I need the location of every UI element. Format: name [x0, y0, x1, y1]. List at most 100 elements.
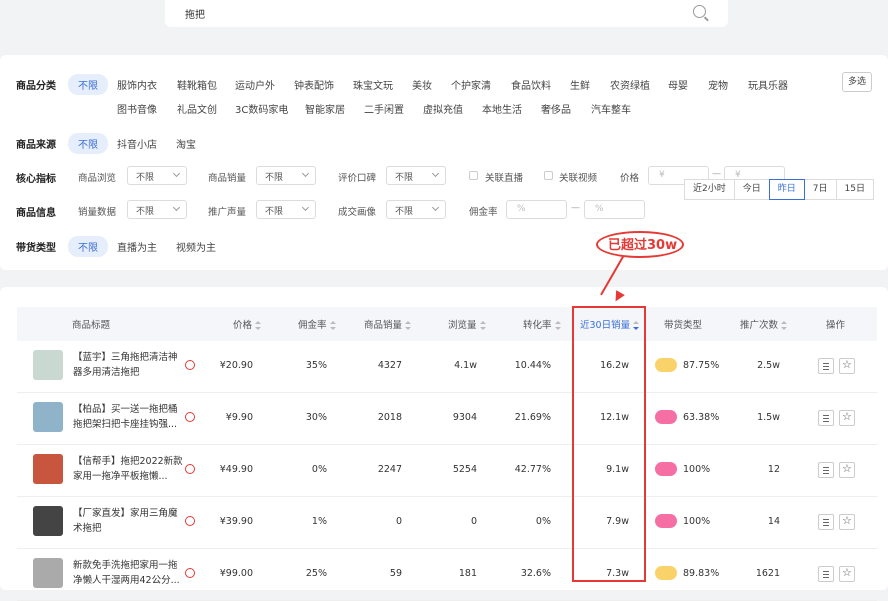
search-input[interactable]: 拖把 [185, 6, 205, 21]
category-option[interactable]: 食品饮料 [511, 77, 551, 92]
detail-list-icon[interactable] [818, 566, 834, 582]
product-title[interactable]: 【柏品】买一送一拖把桶拖把架扫把卡座挂钩强... [73, 402, 183, 432]
category-option[interactable]: 珠宝文玩 [353, 77, 393, 92]
promo-select[interactable]: 不限 [256, 200, 316, 219]
sales-data-select[interactable]: 不限 [127, 200, 187, 219]
sort-icon[interactable] [554, 321, 561, 330]
cell-sales: 0 [395, 516, 402, 527]
table-row[interactable]: 新款免手洗拖把家用一拖净懒人干湿两用42公分... ¥99.00 25% 59 181 3… [17, 549, 877, 601]
product-title[interactable]: 新款免手洗拖把家用一拖净懒人干湿两用42公分... [73, 558, 183, 588]
time-tab[interactable]: 昨日 [768, 179, 805, 200]
product-title[interactable]: 【信帮手】拖把2022新款家用一拖净平板拖懒... [73, 454, 183, 484]
column-header[interactable]: 佣金率 [298, 317, 336, 331]
selling-type-option[interactable]: 不限 [68, 236, 108, 257]
favorite-star-icon[interactable] [839, 410, 855, 426]
table-row[interactable]: 【厂家直发】家用三角魔术拖把 ¥39.90 1% 0 0 0% 7.9w 14 100% [17, 497, 877, 549]
product-title[interactable]: 【厂家直发】家用三角魔术拖把 [73, 506, 183, 536]
selling-type-icon [655, 462, 677, 476]
table-row[interactable]: 【柏品】买一送一拖把桶拖把架扫把卡座挂钩强... ¥9.90 30% 2018 9304… [17, 393, 877, 445]
detail-list-icon[interactable] [818, 462, 834, 478]
source-option[interactable]: 不限 [68, 133, 108, 154]
product-thumbnail[interactable] [33, 506, 63, 536]
category-option[interactable]: 服饰内衣 [117, 77, 157, 92]
cell-conv: 0% [535, 516, 551, 527]
sort-icon[interactable] [405, 321, 412, 330]
category-option[interactable]: 鞋靴箱包 [177, 77, 217, 92]
category-option[interactable]: 玩具乐器 [748, 77, 788, 92]
category-option[interactable]: 图书音像 [117, 101, 157, 116]
detail-list-icon[interactable] [818, 514, 834, 530]
category-option[interactable]: 汽车整车 [591, 101, 631, 116]
favorite-star-icon[interactable] [839, 514, 855, 530]
time-tab[interactable]: 今日 [733, 179, 770, 200]
category-option[interactable]: 3C数码家电 [235, 101, 288, 116]
selling-type-icon [655, 358, 677, 372]
column-header[interactable]: 推广次数 [740, 317, 788, 331]
time-tab[interactable]: 15日 [835, 179, 874, 200]
category-option[interactable]: 奢侈品 [541, 101, 571, 116]
sort-icon[interactable] [329, 321, 336, 330]
selling-type-option[interactable]: 直播为主 [117, 239, 157, 254]
column-header[interactable]: 价格 [233, 317, 262, 331]
sales-select[interactable]: 不限 [256, 166, 316, 185]
commission-min-input[interactable]: % [506, 200, 567, 219]
deal-image-select[interactable]: 不限 [386, 200, 446, 219]
filter-panel: 商品分类 多选 商品来源 核心指标 商品浏览 不限 商品销量 不限 评价口碑 不… [0, 55, 888, 270]
category-option[interactable]: 美妆 [412, 77, 432, 92]
cell-promo: 14 [767, 516, 780, 527]
browse-select[interactable]: 不限 [127, 166, 187, 185]
favorite-star-icon[interactable] [839, 566, 855, 582]
favorite-star-icon[interactable] [839, 358, 855, 374]
product-thumbnail[interactable] [33, 558, 63, 588]
cell-price: ¥99.00 [219, 568, 253, 579]
commission-max-input[interactable]: % [584, 200, 645, 219]
time-tab[interactable]: 7日 [803, 179, 837, 200]
search-icon[interactable] [693, 5, 706, 18]
cell-promo: 1.5w [757, 412, 780, 423]
multi-select-button[interactable]: 多选 [842, 72, 872, 92]
category-option[interactable]: 礼品文创 [177, 101, 217, 116]
cell-commission: 25% [305, 568, 327, 579]
category-option[interactable]: 个护家清 [451, 77, 491, 92]
category-option[interactable]: 钟表配饰 [294, 77, 334, 92]
category-option[interactable]: 母婴 [668, 77, 688, 92]
sort-icon[interactable] [255, 321, 262, 330]
product-thumbnail[interactable] [33, 350, 63, 380]
category-option[interactable]: 智能家居 [305, 101, 345, 116]
category-option[interactable]: 生鲜 [570, 77, 590, 92]
column-header[interactable]: 浏览量 [448, 317, 486, 331]
product-info-label: 商品信息 [16, 208, 56, 219]
cell-price: ¥39.90 [219, 516, 253, 527]
video-checkbox[interactable] [544, 171, 553, 180]
column-header[interactable]: 商品销量 [364, 317, 412, 331]
source-option[interactable]: 抖音小店 [117, 136, 157, 151]
detail-list-icon[interactable] [818, 410, 834, 426]
table-row[interactable]: 【蓝宇】三角拖把清洁神器多用清洁拖把 ¥20.90 35% 4327 4.1w 10.44… [17, 341, 877, 393]
product-thumbnail[interactable] [33, 454, 63, 484]
category-option[interactable]: 二手闲置 [364, 101, 404, 116]
selling-type-option[interactable]: 视频为主 [176, 239, 216, 254]
shop-tag-icon [185, 464, 195, 474]
sort-icon[interactable] [479, 321, 486, 330]
category-option[interactable]: 虚拟充值 [423, 101, 463, 116]
time-tab[interactable]: 近2小时 [684, 179, 735, 200]
favorite-star-icon[interactable] [839, 462, 855, 478]
table-row[interactable]: 【信帮手】拖把2022新款家用一拖净平板拖懒... ¥49.90 0% 2247 525… [17, 445, 877, 497]
product-thumbnail[interactable] [33, 402, 63, 432]
category-option[interactable]: 本地生活 [482, 101, 522, 116]
column-header[interactable]: 转化率 [523, 317, 561, 331]
category-option[interactable]: 运动户外 [235, 77, 275, 92]
category-option[interactable]: 不限 [68, 74, 108, 95]
source-option[interactable]: 淘宝 [176, 136, 196, 151]
product-title[interactable]: 【蓝宇】三角拖把清洁神器多用清洁拖把 [73, 350, 183, 380]
live-checkbox[interactable] [469, 171, 478, 180]
cell-promo: 12 [767, 464, 780, 475]
cell-commission: 0% [311, 464, 327, 475]
cell-sales: 59 [389, 568, 402, 579]
sort-icon[interactable] [781, 321, 788, 330]
category-option[interactable]: 宠物 [708, 77, 728, 92]
rating-select[interactable]: 不限 [386, 166, 446, 185]
detail-list-icon[interactable] [818, 358, 834, 374]
select-value: 不限 [265, 207, 284, 217]
category-option[interactable]: 农资绿植 [610, 77, 650, 92]
